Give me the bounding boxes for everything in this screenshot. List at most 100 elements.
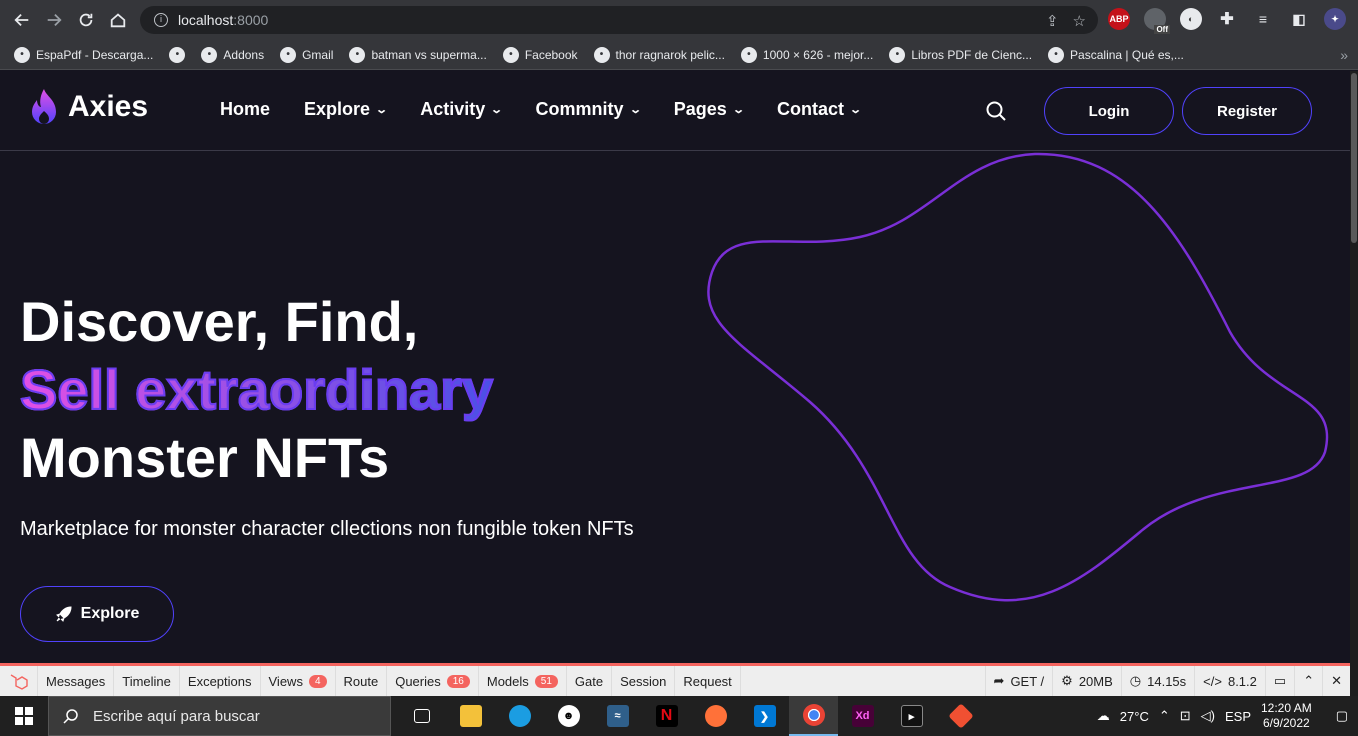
- side-panel-icon[interactable]: ◧: [1288, 8, 1310, 30]
- request-method[interactable]: ➦ GET /: [984, 666, 1053, 696]
- notifications-icon[interactable]: ▢: [1336, 708, 1348, 724]
- windows-taskbar: Escribe aquí para buscar ☻ ≈ N ❯ Xd ▸ ☁ …: [0, 696, 1358, 736]
- netflix-icon[interactable]: N: [642, 696, 691, 736]
- task-view-icon[interactable]: [397, 696, 446, 736]
- tray-chevron-up-icon[interactable]: ⌃: [1159, 708, 1170, 724]
- taskbar-search[interactable]: Escribe aquí para buscar: [48, 696, 391, 736]
- register-button[interactable]: Register: [1182, 87, 1312, 135]
- nav-contact[interactable]: Contact ⌄: [777, 99, 862, 120]
- media-control-icon[interactable]: ≡: [1252, 8, 1274, 30]
- explore-button[interactable]: Explore: [20, 586, 174, 642]
- windows-start-icon[interactable]: [0, 696, 48, 736]
- bookmark-item[interactable]: • batman vs superma...: [349, 46, 487, 63]
- bookmark-item[interactable]: • thor ragnarok pelic...: [593, 46, 725, 63]
- request-duration[interactable]: ◷ 14.15s: [1120, 666, 1194, 696]
- bookmark-item[interactable]: • Pascalina | Qué es,...: [1048, 46, 1184, 63]
- open-folder-icon[interactable]: ▭: [1264, 666, 1294, 696]
- debugbar-tab-timeline[interactable]: Timeline: [114, 666, 180, 696]
- terminal-icon[interactable]: ▸: [887, 696, 936, 736]
- debugbar-tab-exceptions[interactable]: Exceptions: [180, 666, 261, 696]
- hero-line-1: Discover, Find,: [20, 290, 419, 353]
- chevron-up-icon[interactable]: ⌃: [1294, 666, 1322, 696]
- bookmark-item[interactable]: • Libros PDF de Cienc...: [889, 46, 1033, 63]
- mysql-workbench-icon[interactable]: ≈: [593, 696, 642, 736]
- debugbar-tab-request[interactable]: Request: [675, 666, 741, 696]
- extension-off-icon[interactable]: Off: [1144, 8, 1170, 34]
- bookmark-item[interactable]: • Addons: [201, 46, 264, 63]
- debugbar-tab-route[interactable]: Route: [336, 666, 388, 696]
- reload-icon[interactable]: [70, 4, 102, 36]
- flame-icon: [32, 89, 56, 124]
- debugbar-tab-session[interactable]: Session: [612, 666, 676, 696]
- hero-line-3: Monster NFTs: [20, 426, 390, 489]
- bookmark-label: Pascalina | Qué es,...: [1070, 47, 1184, 62]
- bookmark-item[interactable]: •: [169, 46, 186, 63]
- bookmark-item[interactable]: • EspaPdf - Descarga...: [14, 46, 153, 63]
- language-label[interactable]: ESP: [1225, 709, 1251, 724]
- nav-home[interactable]: Home: [220, 99, 270, 120]
- code-icon: </>: [1203, 673, 1222, 689]
- browser-toolbar: i localhost:8000 ⇪ ☆ ABP Off ◐ ✚ ≡ ◧ ✦ ⋮: [0, 0, 1358, 40]
- debugbar-tab-label: Queries: [395, 673, 441, 689]
- ghost-app-icon[interactable]: ☻: [544, 696, 593, 736]
- login-button[interactable]: Login: [1044, 87, 1174, 135]
- adobe-xd-icon[interactable]: Xd: [838, 696, 887, 736]
- git-glyph: [947, 703, 974, 729]
- laravel-logo-icon[interactable]: [0, 666, 38, 696]
- page-scrollbar[interactable]: [1350, 71, 1358, 696]
- git-icon[interactable]: [936, 696, 985, 736]
- nav-community[interactable]: Commnity ⌄: [536, 99, 642, 120]
- brand-logo[interactable]: Axies: [28, 87, 148, 127]
- home-icon[interactable]: [102, 4, 134, 36]
- address-bar[interactable]: i localhost:8000 ⇪ ☆: [140, 6, 1098, 34]
- bookmark-label: Libros PDF de Cienc...: [911, 47, 1033, 62]
- bookmark-star-icon[interactable]: ☆: [1073, 12, 1086, 30]
- share-icon[interactable]: ⇪: [1046, 12, 1059, 30]
- circle-extension-icon[interactable]: ◐: [1180, 8, 1202, 30]
- addons-icon: •: [201, 46, 218, 63]
- debugbar-tab-models[interactable]: Models 51: [479, 666, 567, 696]
- site-info-icon[interactable]: i: [154, 13, 168, 27]
- network-icon[interactable]: ⊡: [1180, 708, 1191, 724]
- firefox-icon[interactable]: [691, 696, 740, 736]
- debugbar-tab-label: Timeline: [122, 673, 171, 689]
- back-icon[interactable]: [6, 4, 38, 36]
- cogs-icon: ⚙: [1061, 673, 1073, 688]
- bookmark-item[interactable]: • 1000 × 626 - mejor...: [740, 46, 873, 63]
- nav-activity[interactable]: Activity ⌄: [420, 99, 503, 120]
- php-version[interactable]: </> 8.1.2: [1194, 666, 1265, 696]
- debugbar-tab-label: Route: [343, 673, 379, 689]
- chevron-down-icon: ⌄: [375, 104, 389, 116]
- file-explorer-icon[interactable]: [446, 696, 495, 736]
- bookmark-item[interactable]: • Facebook: [502, 46, 578, 63]
- extensions-puzzle-icon[interactable]: ✚: [1216, 8, 1238, 30]
- debugbar-tab-gate[interactable]: Gate: [567, 666, 613, 696]
- profile-avatar-icon[interactable]: ✦: [1324, 8, 1346, 30]
- close-icon[interactable]: ✕: [1322, 666, 1350, 696]
- request-method-label: GET /: [1010, 673, 1045, 689]
- edge-icon[interactable]: [495, 696, 544, 736]
- vscode-icon[interactable]: ❯: [740, 696, 789, 736]
- temperature-label[interactable]: 27°C: [1120, 709, 1149, 724]
- bookmark-item[interactable]: • Gmail: [280, 46, 333, 63]
- facebook-icon: •: [502, 46, 519, 63]
- clock[interactable]: 12:20 AM 6/9/2022: [1261, 701, 1312, 731]
- globe-icon: •: [14, 46, 30, 63]
- volume-icon[interactable]: ◁): [1201, 708, 1215, 724]
- memory-usage[interactable]: ⚙ 20MB: [1052, 666, 1121, 696]
- debugbar-tab-label: Session: [620, 673, 667, 689]
- bookmark-label: Facebook: [524, 47, 578, 62]
- weather-cloud-icon[interactable]: ☁: [1097, 708, 1110, 724]
- site-header: Axies Home Explore ⌄ Activity ⌄ Commnity ⌄ …: [0, 71, 1350, 151]
- debugbar-tab-messages[interactable]: Messages: [38, 666, 115, 696]
- forward-icon[interactable]: [38, 4, 70, 36]
- bookmarks-overflow-icon[interactable]: »: [1340, 47, 1348, 63]
- search-icon[interactable]: [985, 100, 1007, 122]
- scrollbar-thumb[interactable]: [1351, 73, 1357, 243]
- debugbar-tab-queries[interactable]: Queries 16: [387, 666, 479, 696]
- nav-explore[interactable]: Explore ⌄: [304, 99, 389, 120]
- nav-pages[interactable]: Pages ⌄: [674, 99, 745, 120]
- debugbar-tab-views[interactable]: Views 4: [261, 666, 336, 696]
- adblock-plus-icon[interactable]: ABP: [1108, 8, 1130, 30]
- chrome-icon[interactable]: [789, 696, 838, 736]
